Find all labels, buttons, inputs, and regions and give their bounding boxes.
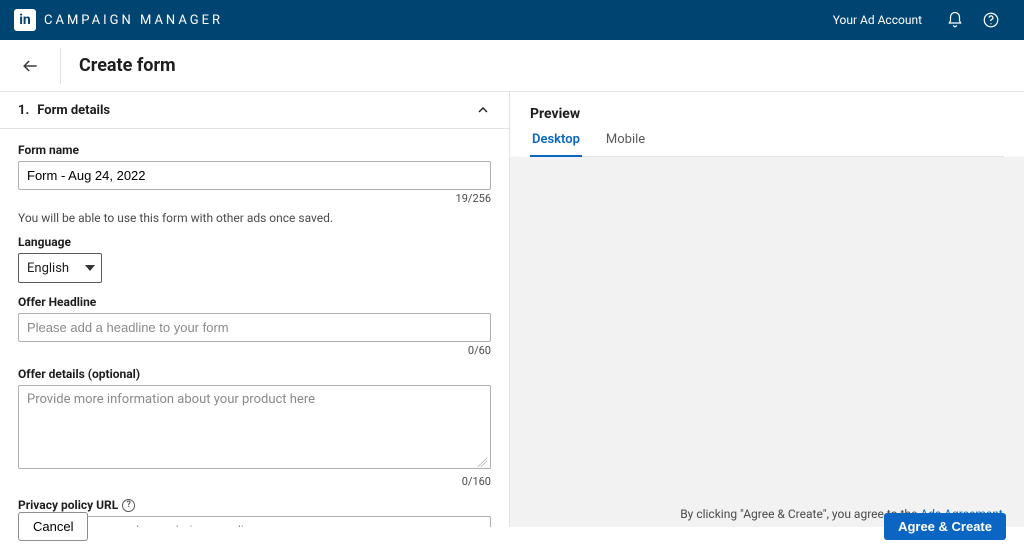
- preview-title: Preview: [530, 106, 1004, 122]
- form-name-hint: You will be able to use this form with o…: [18, 211, 491, 225]
- preview-panel: Preview Desktop Mobile: [510, 92, 1024, 527]
- page-title: Create form: [79, 55, 176, 76]
- back-button[interactable]: [18, 54, 42, 78]
- brand: in CAMPAIGN MANAGER: [14, 9, 223, 31]
- form-name-label: Form name: [18, 143, 491, 157]
- account-label[interactable]: Your Ad Account: [833, 13, 922, 27]
- tab-mobile[interactable]: Mobile: [604, 132, 647, 156]
- top-bar-right: Your Ad Account: [833, 11, 1000, 29]
- agree-create-button[interactable]: Agree & Create: [884, 513, 1006, 540]
- linkedin-logo-icon: in: [14, 9, 36, 31]
- chevron-up-icon: [475, 102, 491, 118]
- form-panel: 1. Form details Form name 19/256 You wil…: [0, 92, 510, 527]
- form-name-count: 19/256: [18, 192, 491, 205]
- form-name-input[interactable]: [18, 161, 491, 190]
- top-bar: in CAMPAIGN MANAGER Your Ad Account: [0, 0, 1024, 40]
- offer-headline-count: 0/60: [18, 344, 491, 357]
- chevron-down-icon: [85, 265, 95, 271]
- bell-icon[interactable]: [946, 11, 964, 29]
- offer-details-label: Offer details (optional): [18, 367, 491, 381]
- language-select[interactable]: English: [18, 253, 102, 283]
- offer-headline-label: Offer Headline: [18, 295, 491, 309]
- section-title: Form details: [37, 103, 110, 118]
- offer-headline-input[interactable]: [18, 313, 491, 342]
- offer-details-count: 0/160: [18, 475, 491, 488]
- section-header-form-details[interactable]: 1. Form details: [0, 92, 509, 129]
- offer-details-textarea[interactable]: [18, 385, 491, 469]
- brand-text: CAMPAIGN MANAGER: [44, 13, 223, 28]
- main-split: 1. Form details Form name 19/256 You wil…: [0, 92, 1024, 527]
- language-label: Language: [18, 235, 491, 249]
- language-value: English: [27, 261, 69, 276]
- help-icon[interactable]: [982, 11, 1000, 29]
- tab-desktop[interactable]: Desktop: [530, 132, 582, 157]
- section-number: 1.: [18, 103, 29, 118]
- title-bar: Create form: [0, 40, 1024, 92]
- preview-canvas: [510, 157, 1024, 527]
- footer-bar: Cancel Agree & Create: [0, 509, 1024, 557]
- divider: [60, 48, 61, 84]
- preview-tabs: Desktop Mobile: [530, 132, 1004, 157]
- cancel-button[interactable]: Cancel: [18, 512, 88, 541]
